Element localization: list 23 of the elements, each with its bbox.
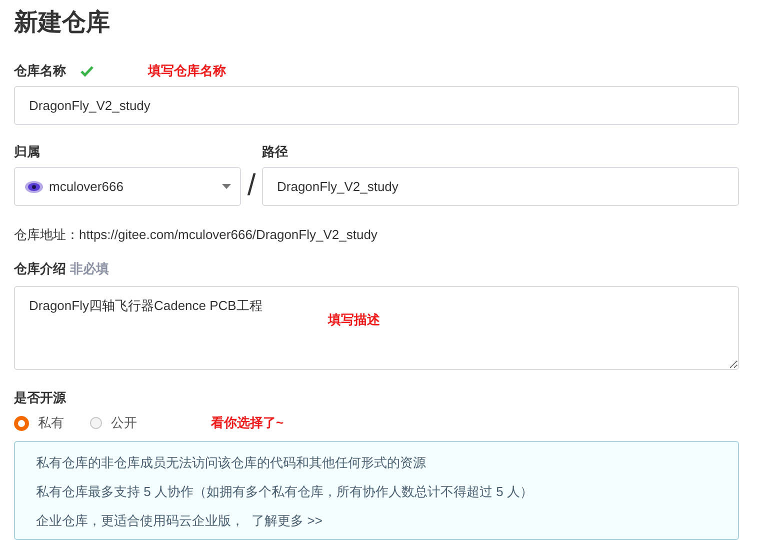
radio-option[interactable]: 公开 <box>90 414 137 432</box>
field-label: 路径 <box>262 143 289 161</box>
repo-address: 仓库地址：https://gitee.com/mculover666/DragonFly_V2_study <box>14 226 378 244</box>
annotation-text: 填写描述 <box>328 311 380 329</box>
learn-more-link[interactable]: 了解更多 >> <box>252 513 322 528</box>
page-title: 新建仓库 <box>14 8 111 38</box>
caret-icon <box>222 184 231 189</box>
field-label: 仓库介绍 <box>14 260 66 278</box>
info-text: 私有仓库的非仓库成员无法访问该仓库的代码和其他任何形式的资源 <box>36 454 427 472</box>
eye-icon <box>24 178 44 194</box>
optional-hint: 非必填 <box>70 260 109 278</box>
field-label: 是否开源 <box>14 389 68 407</box>
field-label: 仓库名称 <box>14 62 66 80</box>
path-input[interactable]: DragonFly_V2_study <box>262 167 739 206</box>
info-text: 私有仓库最多支持 5 人协作（如拥有多个私有仓库，所有协作人数总计不得超过 5 人） <box>36 483 534 501</box>
name-input[interactable]: DragonFly_V2_study <box>14 86 739 125</box>
owner-select[interactable]: mculover666 <box>14 167 241 206</box>
info-text: 企业仓库，更适合使用码云企业版， 了解更多 >> <box>36 512 324 530</box>
field-label: 归属 <box>14 143 41 161</box>
annotation-text: 看你选择了~ <box>211 414 284 432</box>
path-separator: / <box>246 168 257 204</box>
annotation-text: 填写仓库名称 <box>148 62 226 80</box>
radio-option[interactable]: 私有 <box>14 414 64 432</box>
